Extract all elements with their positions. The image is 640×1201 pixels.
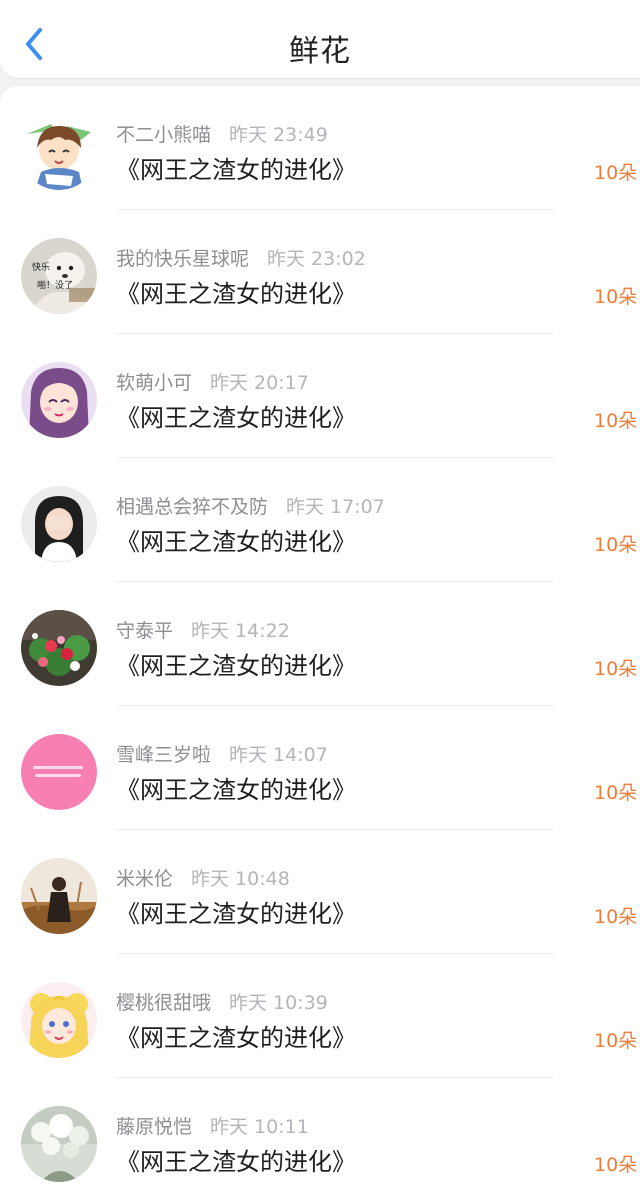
avatar[interactable] [21,734,97,810]
flower-count: 10朵 [594,410,638,432]
avatar[interactable] [21,486,97,562]
list-item[interactable]: 米米伦 昨天 10:48 《网王之渣女的进化》 10朵 [0,830,640,954]
username[interactable]: 藤原悦恺 [116,1116,192,1138]
avatar[interactable] [21,1106,97,1182]
book-title[interactable]: 《网王之渣女的进化》 [116,398,356,433]
flower-count: 10朵 [594,658,638,680]
flower-count: 10朵 [594,1030,638,1052]
white-flowers-avatar-icon [21,1106,97,1182]
avatar-caption-1: 快乐 [32,261,50,273]
book-title[interactable]: 《网王之渣女的进化》 [116,646,356,681]
username[interactable]: 我的快乐星球呢 [116,248,249,270]
timestamp: 昨天 10:48 [191,868,290,890]
flower-count: 10朵 [594,906,638,928]
flower-count: 10朵 [594,534,638,556]
username[interactable]: 不二小熊喵 [116,124,211,146]
page-title: 鲜花 [289,34,351,69]
list-item[interactable]: 相遇总会猝不及防 昨天 17:07 《网王之渣女的进化》 10朵 [0,458,640,582]
timestamp: 昨天 17:07 [286,496,385,518]
username[interactable]: 雪峰三岁啦 [116,744,211,766]
meta-line: 我的快乐星球呢 昨天 23:02 [116,244,366,271]
avatar[interactable] [21,610,97,686]
username[interactable]: 米米伦 [116,868,173,890]
nav-header: 鲜花 [0,0,640,78]
meta-line: 藤原悦恺 昨天 10:11 [116,1112,309,1139]
pink-text-avatar-icon [21,734,97,810]
timestamp: 昨天 14:07 [229,744,328,766]
username[interactable]: 樱桃很甜哦 [116,992,211,1014]
list-item[interactable]: 不二小熊喵 昨天 23:49 《网王之渣女的进化》 10朵 [0,86,640,210]
avatar[interactable] [21,114,97,190]
list-item[interactable]: 藤原悦恺 昨天 10:11 《网王之渣女的进化》 10朵 [0,1078,640,1201]
timestamp: 昨天 23:02 [267,248,366,270]
timestamp: 昨天 23:49 [229,124,328,146]
avatar-caption-2: 啪！没了 [37,279,73,291]
meta-line: 软萌小可 昨天 20:17 [116,368,309,395]
meta-line: 米米伦 昨天 10:48 [116,864,290,891]
flower-bouquet-avatar-icon [21,610,97,686]
flower-count: 10朵 [594,162,638,184]
username[interactable]: 守泰平 [116,620,173,642]
meta-line: 不二小熊喵 昨天 23:49 [116,120,328,147]
timestamp: 昨天 10:39 [229,992,328,1014]
avatar[interactable]: 快乐 啪！没了 [21,238,97,314]
book-title[interactable]: 《网王之渣女的进化》 [116,894,356,929]
avatar[interactable] [21,982,97,1058]
cartoon-boy-avatar-icon [21,114,97,190]
dog-meme-avatar-icon: 快乐 啪！没了 [21,238,97,314]
username[interactable]: 相遇总会猝不及防 [116,496,268,518]
meta-line: 雪峰三岁啦 昨天 14:07 [116,740,328,767]
meta-line: 相遇总会猝不及防 昨天 17:07 [116,492,385,519]
username[interactable]: 软萌小可 [116,372,192,394]
timestamp: 昨天 20:17 [210,372,309,394]
book-title[interactable]: 《网王之渣女的进化》 [116,522,356,557]
timestamp: 昨天 10:11 [210,1116,309,1138]
anime-girl-avatar-icon [21,362,97,438]
meta-line: 守泰平 昨天 14:22 [116,616,290,643]
meta-line: 樱桃很甜哦 昨天 10:39 [116,988,328,1015]
book-title[interactable]: 《网王之渣女的进化》 [116,274,356,309]
list-item[interactable]: 樱桃很甜哦 昨天 10:39 《网王之渣女的进化》 10朵 [0,954,640,1078]
book-title[interactable]: 《网王之渣女的进化》 [116,150,356,185]
book-title[interactable]: 《网王之渣女的进化》 [116,1142,356,1177]
list-item[interactable]: 守泰平 昨天 14:22 《网王之渣女的进化》 10朵 [0,582,640,706]
flower-gift-list: 不二小熊喵 昨天 23:49 《网王之渣女的进化》 10朵 快乐 啪！没了 我的快… [0,86,640,1201]
list-item[interactable]: 快乐 啪！没了 我的快乐星球呢 昨天 23:02 《网王之渣女的进化》 10朵 [0,210,640,334]
sailor-moon-avatar-icon [21,982,97,1058]
list-item[interactable]: 雪峰三岁啦 昨天 14:07 《网王之渣女的进化》 10朵 [0,706,640,830]
timestamp: 昨天 14:22 [191,620,290,642]
flower-count: 10朵 [594,782,638,804]
list-item[interactable]: 软萌小可 昨天 20:17 《网王之渣女的进化》 10朵 [0,334,640,458]
book-title[interactable]: 《网王之渣女的进化》 [116,1018,356,1053]
girl-covering-face-avatar-icon [21,486,97,562]
flower-count: 10朵 [594,286,638,308]
field-person-avatar-icon [21,858,97,934]
flower-count: 10朵 [594,1154,638,1176]
avatar[interactable] [21,362,97,438]
avatar[interactable] [21,858,97,934]
book-title[interactable]: 《网王之渣女的进化》 [116,770,356,805]
